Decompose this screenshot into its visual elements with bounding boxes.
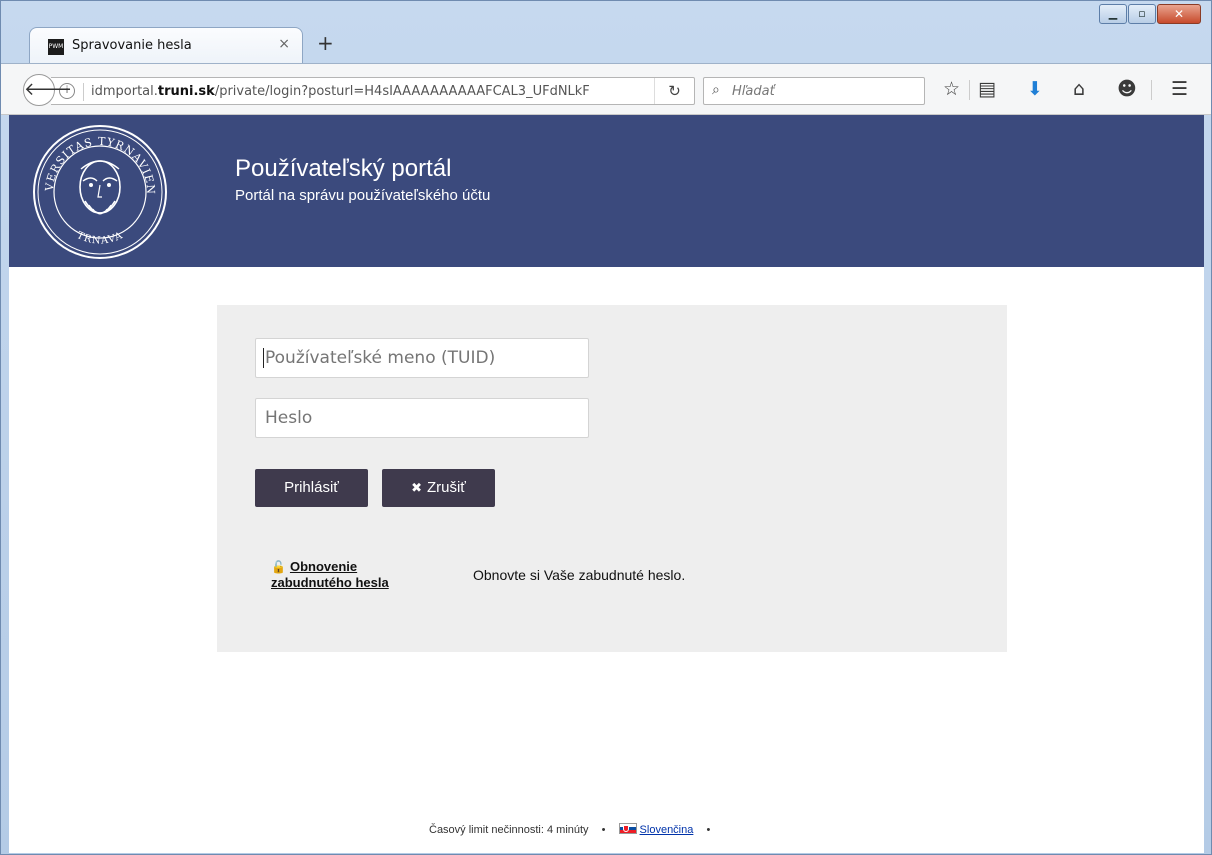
login-button-label: Prihlásiť bbox=[284, 479, 339, 496]
search-placeholder: Hľadať bbox=[732, 84, 775, 99]
reload-icon[interactable]: ↻ bbox=[654, 78, 694, 104]
maximize-icon: ▫ bbox=[1138, 7, 1146, 20]
url-prefix: idmportal. bbox=[91, 84, 158, 99]
new-tab-icon[interactable]: + bbox=[317, 31, 334, 55]
login-panel: Prihlásiť ✖ Zrušiť 🔓Obnovenie zabudnutého… bbox=[217, 305, 1007, 652]
url-domain: truni.sk bbox=[157, 84, 215, 99]
search-icon: ⌕ bbox=[712, 82, 720, 98]
maximize-button[interactable]: ▫ bbox=[1128, 4, 1156, 24]
page-footer: Časový limit nečinnosti: 4 minúty • Slov… bbox=[429, 823, 720, 836]
search-box[interactable]: ⌕ Hľadať bbox=[703, 77, 925, 105]
back-button[interactable]: 🡐 bbox=[23, 74, 72, 106]
nav-toolbar: i idmportal.truni.sk/private/login?postu… bbox=[1, 63, 1211, 115]
text-caret bbox=[263, 348, 264, 368]
pwm-favicon-icon: PWM bbox=[48, 39, 64, 55]
tab-close-icon[interactable]: × bbox=[278, 36, 290, 52]
browser-window: PWM Spravovanie hesla × + ▁ ▫ ✕ i idmpor… bbox=[0, 0, 1212, 855]
recover-password-description: Obnovte si Vaše zabudnuté heslo. bbox=[473, 567, 686, 583]
password-input[interactable] bbox=[255, 398, 589, 438]
seal-text-top: UNIVERSITAS TYRNAVIENSIS bbox=[31, 123, 157, 195]
page-subtitle: Portál na správu používateľského účtu bbox=[235, 187, 491, 204]
window-controls: ▁ ▫ ✕ bbox=[1098, 4, 1201, 24]
back-arrow-icon: 🡐 bbox=[24, 79, 73, 100]
footer-dot-2: • bbox=[706, 824, 711, 836]
login-button[interactable]: Prihlásiť bbox=[255, 469, 368, 507]
username-input[interactable] bbox=[255, 338, 589, 378]
bookmark-star-icon[interactable]: ☆ bbox=[943, 78, 960, 100]
recover-password-link[interactable]: Obnovenie zabudnutého hesla bbox=[271, 559, 389, 590]
page-content: UNIVERSITAS TYRNAVIENSIS TRNAVA Používat… bbox=[9, 115, 1204, 853]
footer-dot: • bbox=[601, 824, 606, 836]
unlock-icon: 🔓 bbox=[271, 560, 286, 574]
slovak-flag-icon bbox=[618, 823, 637, 834]
seal-text-bottom: TRNAVA bbox=[75, 230, 125, 247]
minimize-icon: ▁ bbox=[1108, 7, 1118, 20]
chat-icon[interactable]: ☻ bbox=[1117, 78, 1137, 100]
tab-title: Spravovanie hesla bbox=[72, 38, 192, 53]
download-icon[interactable]: ⬇ bbox=[1027, 78, 1043, 100]
bookmarks-list-icon[interactable]: ▤ bbox=[978, 78, 996, 100]
toolbar-separator bbox=[969, 80, 970, 100]
tab-spravovanie-hesla[interactable]: PWM Spravovanie hesla × bbox=[29, 27, 303, 64]
cancel-x-icon: ✖ bbox=[411, 481, 422, 496]
toolbar-separator-2 bbox=[1151, 80, 1152, 100]
close-window-button[interactable]: ✕ bbox=[1157, 4, 1201, 24]
url-bar[interactable]: i idmportal.truni.sk/private/login?postu… bbox=[51, 77, 695, 105]
cancel-button[interactable]: ✖ Zrušiť bbox=[382, 469, 495, 507]
idle-timeout-text: Časový limit nečinnosti: 4 minúty bbox=[429, 824, 589, 836]
site-header: UNIVERSITAS TYRNAVIENSIS TRNAVA Používat… bbox=[9, 115, 1204, 267]
minimize-button[interactable]: ▁ bbox=[1099, 4, 1127, 24]
url-separator bbox=[83, 83, 84, 101]
page-title: Používateľský portál bbox=[235, 155, 452, 182]
url-path: /private/login?posturl=H4sIAAAAAAAAAAFCA… bbox=[214, 84, 590, 99]
home-icon[interactable]: ⌂ bbox=[1073, 78, 1085, 100]
recover-password-section: 🔓 Obnovenie zabudnutého hesla bbox=[271, 559, 431, 591]
tab-strip: PWM Spravovanie hesla × + ▁ ▫ ✕ bbox=[1, 1, 1211, 64]
url-text[interactable]: idmportal.truni.sk/private/login?posturl… bbox=[91, 84, 590, 99]
language-link[interactable]: Slovenčina bbox=[640, 824, 694, 836]
menu-hamburger-icon[interactable]: ☰ bbox=[1171, 78, 1188, 100]
cancel-button-label: Zrušiť bbox=[426, 479, 466, 496]
university-seal-logo: UNIVERSITAS TYRNAVIENSIS TRNAVA bbox=[31, 123, 167, 259]
close-icon: ✕ bbox=[1173, 7, 1185, 21]
